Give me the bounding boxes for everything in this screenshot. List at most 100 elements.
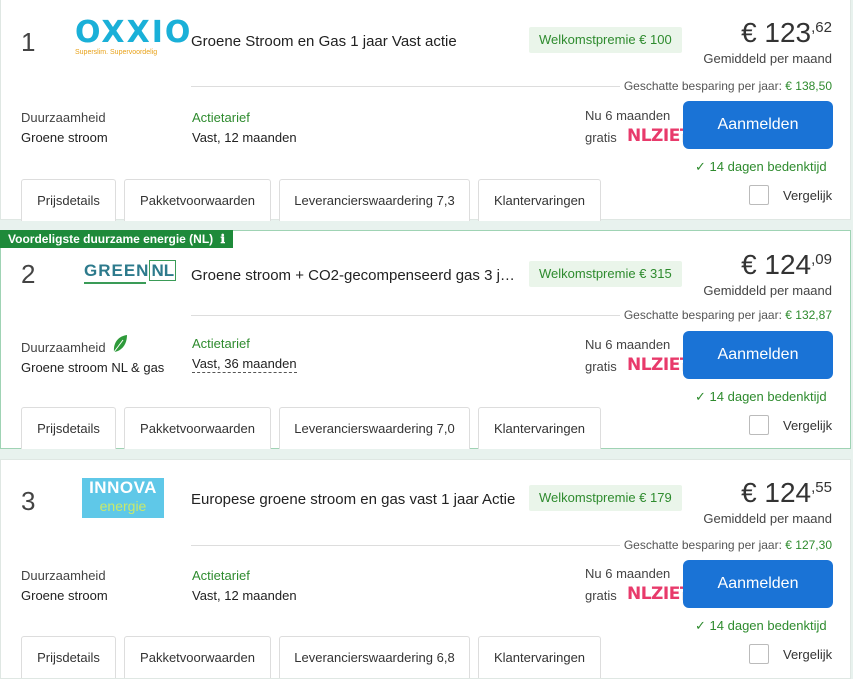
logo-text: OXXIO: [75, 15, 193, 50]
saving-label: Geschatte besparing per jaar:: [623, 538, 782, 552]
tariff-label: Actietarief: [192, 336, 250, 351]
checkmark-icon: ✓: [695, 159, 706, 174]
compare-checkbox[interactable]: [749, 415, 769, 435]
tab-price-details[interactable]: Prijsdetails: [21, 636, 116, 678]
sustainability-value: Groene stroom: [21, 130, 108, 145]
saving-label: Geschatte besparing per jaar:: [623, 308, 782, 322]
rank-number: 1: [21, 27, 36, 57]
bonus-line-2: gratis: [585, 588, 617, 603]
bonus-line-1: Nu 6 maanden: [585, 566, 671, 581]
rank-number: 3: [21, 486, 36, 516]
cooling-text: 14 dagen bedenktijd: [709, 618, 827, 633]
leaf-icon: [113, 335, 127, 353]
welcome-bonus-badge: Welkomstpremie € 179: [529, 485, 682, 511]
cooling-off-period: ✓ 14 dagen bedenktijd: [695, 618, 827, 634]
tab-customer-reviews[interactable]: Klantervaringen: [478, 407, 601, 449]
logo-tagline: Superslim. Supervoordelig: [75, 49, 158, 56]
logo-text-2: NL: [149, 260, 177, 281]
compare-label[interactable]: Vergelijk: [783, 418, 832, 433]
price-subtitle: Gemiddeld per maand: [703, 511, 832, 526]
price-subtitle: Gemiddeld per maand: [703, 283, 832, 298]
offer-title[interactable]: Groene stroom + CO2-gecompenseerd gas 3 …: [191, 267, 521, 284]
price-main: € 123: [741, 17, 812, 48]
price-block: € 124,09 Gemiddeld per maand: [703, 249, 832, 298]
tab-package-terms[interactable]: Pakketvoorwaarden: [124, 636, 271, 678]
tariff-value: Vast, 12 maanden: [192, 130, 297, 145]
logo-text: GREEN: [84, 261, 150, 280]
price-cents: ,62: [811, 19, 832, 36]
tab-package-terms[interactable]: Pakketvoorwaarden: [124, 179, 271, 221]
innova-logo: INNOVA energie: [82, 478, 164, 518]
saving-label: Geschatte besparing per jaar:: [623, 79, 782, 93]
tariff-value[interactable]: Vast, 36 maanden: [192, 356, 297, 373]
tab-supplier-rating[interactable]: Leverancierswaardering 7,3: [279, 179, 470, 221]
checkmark-icon: ✓: [695, 389, 706, 404]
yearly-saving: Geschatte besparing per jaar: € 132,87: [619, 308, 832, 322]
nlziet-text: NLZIET: [627, 126, 691, 146]
offer-title[interactable]: Groene Stroom en Gas 1 jaar Vast actie: [191, 33, 457, 50]
offer-card-1: 1 OXXIO Superslim. Supervoordelig Groene…: [0, 0, 851, 221]
price-block: € 124,55 Gemiddeld per maand: [703, 477, 832, 526]
compare-checkbox[interactable]: [749, 644, 769, 664]
bonus-line-2: gratis: [585, 359, 617, 374]
logo-text: INNOVA: [89, 478, 157, 497]
offer-card-2: 2 GREEN NL Groene stroom + CO2-gecompense…: [0, 230, 851, 449]
banner-text: Voordeligste duurzame energie (NL): [8, 232, 214, 246]
price-main: € 124: [741, 249, 812, 280]
yearly-saving: Geschatte besparing per jaar: € 127,30: [619, 538, 832, 552]
offer-card-3: 3 INNOVA energie Europese groene stroom …: [0, 459, 851, 679]
cooling-off-period: ✓ 14 dagen bedenktijd: [695, 159, 827, 175]
monthly-price: € 123,62: [703, 17, 832, 49]
info-icon[interactable]: ℹ: [221, 232, 226, 246]
welcome-bonus-badge: Welkomstpremie € 100: [529, 27, 682, 53]
sustainability-value: Groene stroom: [21, 588, 108, 603]
offer-title[interactable]: Europese groene stroom en gas vast 1 jaa…: [191, 491, 515, 508]
signup-button[interactable]: Aanmelden: [683, 101, 833, 149]
tab-customer-reviews[interactable]: Klantervaringen: [478, 636, 601, 678]
bonus-line-2: gratis: [585, 130, 617, 145]
cooling-text: 14 dagen bedenktijd: [709, 389, 827, 404]
sustainability-label: Duurzaamheid: [21, 568, 106, 583]
tariff-label: Actietarief: [192, 110, 250, 125]
nlziet-text: NLZIET: [627, 355, 691, 375]
tab-customer-reviews[interactable]: Klantervaringen: [478, 179, 601, 221]
bonus-line-1: Nu 6 maanden: [585, 108, 671, 123]
compare-label[interactable]: Vergelijk: [783, 647, 832, 662]
checkmark-icon: ✓: [695, 618, 706, 633]
tab-supplier-rating[interactable]: Leverancierswaardering 6,8: [279, 636, 470, 678]
tab-price-details[interactable]: Prijsdetails: [21, 407, 116, 449]
tariff-value: Vast, 12 maanden: [192, 588, 297, 603]
price-subtitle: Gemiddeld per maand: [703, 51, 832, 66]
rank-number: 2: [21, 259, 36, 289]
cooling-text: 14 dagen bedenktijd: [709, 159, 827, 174]
price-block: € 123,62 Gemiddeld per maand: [703, 17, 832, 66]
saving-value: € 132,87: [785, 308, 832, 322]
price-cents: ,55: [811, 479, 832, 496]
tab-price-details[interactable]: Prijsdetails: [21, 179, 116, 221]
saving-value: € 138,50: [785, 79, 832, 93]
signup-button[interactable]: Aanmelden: [683, 331, 833, 379]
tariff-label: Actietarief: [192, 568, 250, 583]
compare-label[interactable]: Vergelijk: [783, 188, 832, 203]
compare-checkbox[interactable]: [749, 185, 769, 205]
tab-package-terms[interactable]: Pakketvoorwaarden: [124, 407, 271, 449]
sustainability-label: Duurzaamheid: [21, 110, 106, 125]
sustainability-value: Groene stroom NL & gas: [21, 360, 165, 375]
price-cents: ,09: [811, 251, 832, 268]
best-green-deal-banner: Voordeligste duurzame energie (NL) ℹ: [0, 230, 234, 248]
saving-value: € 127,30: [785, 538, 832, 552]
nlziet-text: NLZIET: [627, 584, 691, 604]
price-main: € 124: [741, 477, 812, 508]
greennl-logo: GREEN NL: [84, 260, 177, 284]
monthly-price: € 124,09: [703, 249, 832, 281]
logo-text-2: energie: [99, 498, 147, 514]
bonus-line-1: Nu 6 maanden: [585, 337, 671, 352]
yearly-saving: Geschatte besparing per jaar: € 138,50: [619, 79, 832, 93]
oxxio-logo: OXXIO Superslim. Supervoordelig: [75, 15, 193, 57]
sustainability-label: Duurzaamheid: [21, 340, 106, 355]
tariff-value-text[interactable]: Vast, 36 maanden: [192, 356, 297, 373]
cooling-off-period: ✓ 14 dagen bedenktijd: [695, 389, 827, 405]
logo-underline: [84, 282, 146, 284]
tab-supplier-rating[interactable]: Leverancierswaardering 7,0: [279, 407, 470, 449]
signup-button[interactable]: Aanmelden: [683, 560, 833, 608]
